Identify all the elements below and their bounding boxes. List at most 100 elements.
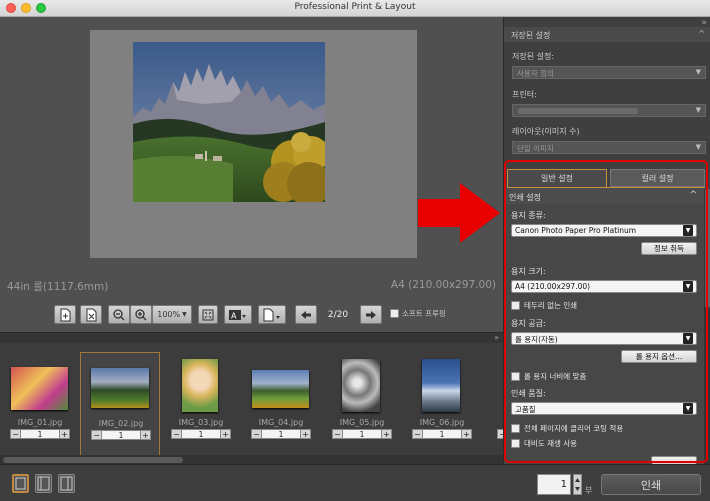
thumbnail-name: IMG_06.jpg bbox=[419, 418, 465, 427]
roll-options-button[interactable]: 롤 용지 옵션... bbox=[621, 350, 697, 363]
increment-button[interactable]: + bbox=[381, 429, 392, 439]
add-page-button[interactable] bbox=[54, 305, 76, 324]
print-preview-area: 44in 롤(1117.6mm) A4 (210.00x297.00) 100%… bbox=[0, 17, 503, 332]
page-setup-button[interactable] bbox=[258, 305, 286, 324]
paper-size-select[interactable]: A4 (210.00x297.00) ▼ bbox=[511, 280, 697, 293]
print-quality-label: 인쇄 품질: bbox=[511, 389, 546, 398]
media-type-select[interactable]: Canon Photo Paper Pro Platinum ▼ bbox=[511, 224, 697, 237]
increment-button[interactable]: + bbox=[220, 429, 231, 439]
scrollbar-thumb[interactable] bbox=[3, 457, 183, 463]
printer-select[interactable]: ▼ bbox=[512, 104, 706, 117]
copies-stepper[interactable]: − 1 + bbox=[10, 429, 70, 439]
copies-value[interactable]: 1 bbox=[102, 430, 140, 440]
copies-stepper[interactable] bbox=[573, 474, 582, 495]
thumbnail-name: IMG_01.jpg bbox=[17, 418, 63, 427]
zoom-select[interactable]: 100% ▼ bbox=[152, 305, 192, 324]
single-view-button[interactable] bbox=[12, 474, 29, 493]
decrement-button[interactable]: − bbox=[251, 429, 262, 439]
tab-color-settings[interactable]: 컬러 설정 bbox=[610, 169, 705, 187]
decrement-button[interactable]: − bbox=[171, 429, 182, 439]
bottom-bar: 1 부 인쇄 bbox=[0, 464, 710, 501]
zoom-in-button[interactable] bbox=[130, 305, 152, 324]
borderless-checkbox[interactable] bbox=[511, 301, 520, 310]
chevron-down-icon: ▼ bbox=[695, 143, 701, 151]
previous-page-button[interactable] bbox=[295, 305, 317, 324]
thumbnail-item-partial[interactable]: − bbox=[490, 352, 503, 458]
filmstrip-view-button[interactable] bbox=[58, 474, 75, 493]
decrement-button[interactable]: − bbox=[91, 430, 102, 440]
media-type-value: Canon Photo Paper Pro Platinum bbox=[515, 226, 637, 235]
soft-proof-toggle[interactable]: 소프트 프루핑 bbox=[390, 308, 446, 319]
thumbnail-item[interactable]: IMG_04.jpg − 1 + bbox=[241, 352, 321, 458]
contrast-reproduction-checkbox[interactable] bbox=[511, 439, 520, 448]
increment-button[interactable]: + bbox=[140, 430, 151, 440]
copies-value[interactable]: 1 bbox=[182, 429, 220, 439]
split-view-button[interactable] bbox=[35, 474, 52, 493]
printer-name-redacted bbox=[518, 108, 638, 114]
next-page-button[interactable] bbox=[360, 305, 382, 324]
page-indicator: 2/20 bbox=[327, 309, 349, 320]
fit-roll-width-option[interactable]: 롤 용지 너비에 맞춤 bbox=[511, 371, 586, 382]
delete-page-icon bbox=[86, 308, 97, 321]
copies-stepper[interactable]: − 1 + bbox=[91, 430, 151, 440]
copies-input[interactable]: 1 bbox=[537, 474, 571, 495]
settings-panel: » 저장된 설정 ^ 저장된 설정: 사용자 정의 ▼ 프린터: ▼ 레이아웃(… bbox=[503, 17, 710, 464]
increment-button[interactable]: + bbox=[59, 429, 70, 439]
print-button[interactable]: 인쇄 bbox=[601, 474, 701, 495]
paper-source-select[interactable]: 롤 용지(자동) ▼ bbox=[511, 332, 697, 345]
fit-roll-width-checkbox[interactable] bbox=[511, 372, 520, 381]
thumbnail-item[interactable]: IMG_05.jpg − 1 + bbox=[322, 352, 402, 458]
layout-label: 레이아웃(이미지 수) bbox=[512, 127, 580, 136]
expand-filmstrip-icon[interactable]: » bbox=[494, 333, 499, 342]
increment-button[interactable]: + bbox=[300, 429, 311, 439]
copies-stepper[interactable]: − 1 + bbox=[332, 429, 392, 439]
paper-size-label: 용지 크기: bbox=[511, 267, 546, 276]
thumbnail-item[interactable]: IMG_06.jpg − 1 + bbox=[402, 352, 482, 458]
copies-stepper[interactable]: − 1 + bbox=[251, 429, 311, 439]
copies-value[interactable]: 1 bbox=[423, 429, 461, 439]
copies-value[interactable]: 1 bbox=[21, 429, 59, 439]
filmstrip-view-icon bbox=[60, 476, 73, 491]
page-icon bbox=[263, 308, 280, 321]
caret-up-icon[interactable]: ^ bbox=[689, 190, 697, 200]
clear-coating-checkbox[interactable] bbox=[511, 424, 520, 433]
copies-value[interactable]: 1 bbox=[343, 429, 381, 439]
settings-button-partial[interactable] bbox=[651, 456, 697, 464]
thumbnail-image bbox=[91, 368, 149, 408]
thumbnail-item[interactable]: IMG_01.jpg − 1 + bbox=[0, 352, 80, 458]
single-view-icon bbox=[15, 477, 26, 490]
thumbnail-item[interactable]: IMG_03.jpg − 1 + bbox=[161, 352, 241, 458]
scrollbar-thumb[interactable] bbox=[705, 188, 710, 308]
soft-proof-checkbox[interactable] bbox=[390, 309, 399, 318]
text-insert-icon: A bbox=[229, 309, 246, 320]
paper-preview bbox=[90, 30, 417, 258]
roll-size-text: 44in 롤(1117.6mm) bbox=[7, 281, 109, 293]
saved-settings-select[interactable]: 사용자 정의 ▼ bbox=[512, 66, 706, 79]
caret-up-icon[interactable]: ^ bbox=[698, 29, 705, 38]
decrement-button[interactable]: − bbox=[412, 429, 423, 439]
copies-value[interactable]: 1 bbox=[262, 429, 300, 439]
tab-general-settings[interactable]: 일반 설정 bbox=[507, 169, 607, 187]
thumbnail-image bbox=[11, 367, 68, 410]
increment-button[interactable]: + bbox=[461, 429, 472, 439]
thumbnail-item-selected[interactable]: IMG_02.jpg − 1 + bbox=[80, 352, 160, 458]
settings-scrollbar[interactable] bbox=[704, 188, 710, 464]
fit-page-button[interactable] bbox=[198, 305, 218, 324]
borderless-option[interactable]: 테두리 없는 인쇄 bbox=[511, 300, 577, 311]
copies-stepper[interactable]: − 1 + bbox=[171, 429, 231, 439]
title-bar: Professional Print & Layout bbox=[0, 0, 710, 17]
get-info-button[interactable]: 정보 취득 bbox=[641, 242, 697, 255]
saved-settings-section-header[interactable]: 저장된 설정 ^ bbox=[504, 27, 710, 42]
decrement-button[interactable]: − bbox=[10, 429, 21, 439]
print-quality-select[interactable]: 고품질 ▼ bbox=[511, 402, 697, 415]
decrement-button[interactable]: − bbox=[332, 429, 343, 439]
copies-stepper[interactable]: − 1 + bbox=[412, 429, 472, 439]
print-settings-section-header[interactable]: 인쇄 설정 ^ bbox=[504, 188, 704, 204]
delete-page-button[interactable] bbox=[80, 305, 102, 324]
clear-coating-option[interactable]: 전체 페이지에 클리어 코팅 적용 bbox=[511, 423, 623, 434]
zoom-out-button[interactable] bbox=[108, 305, 130, 324]
text-insert-button[interactable]: A bbox=[224, 305, 252, 324]
layout-select[interactable]: 단일 이미지 ▼ bbox=[512, 141, 706, 154]
thumbnail-image bbox=[182, 359, 218, 412]
contrast-reproduction-option[interactable]: 대비도 재생 사용 bbox=[511, 438, 577, 449]
